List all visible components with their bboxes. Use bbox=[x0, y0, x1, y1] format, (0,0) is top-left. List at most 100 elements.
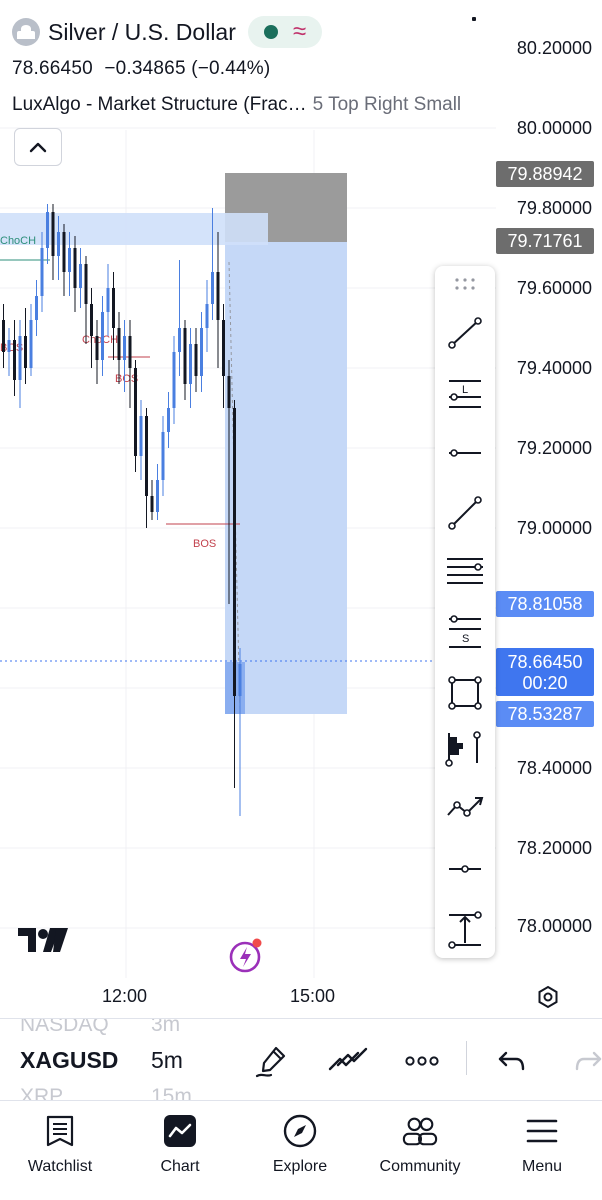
tool-rectangle[interactable] bbox=[435, 670, 495, 716]
prev-interval[interactable]: 3m bbox=[151, 1019, 180, 1037]
nav-watchlist[interactable]: Watchlist bbox=[0, 1101, 120, 1200]
drawing-toolbar: L S bbox=[435, 266, 495, 958]
candle-body bbox=[79, 264, 82, 288]
indicator-params: 5 Top Right Small bbox=[312, 94, 462, 115]
risk-zone bbox=[225, 242, 347, 714]
price-summary: 78.66450 −0.34865 (−0.44%) bbox=[12, 58, 492, 80]
delayed-data-icon: ≈ bbox=[292, 18, 307, 45]
candle-body bbox=[51, 212, 55, 256]
indicator-name: LuxAlgo - Market Structure (Frac… bbox=[12, 94, 307, 115]
candle-body bbox=[101, 312, 104, 360]
nav-community[interactable]: Community bbox=[360, 1101, 480, 1200]
redo-button[interactable] bbox=[570, 1043, 602, 1084]
toolbar-divider bbox=[466, 1041, 467, 1075]
price-axis-label: 79.80000 bbox=[516, 198, 592, 218]
candle-body bbox=[233, 408, 236, 696]
price-axis-label: 78.40000 bbox=[516, 758, 592, 778]
price-chart[interactable]: ChoCHChoCHBOSBOSBOS bbox=[0, 0, 602, 1020]
rectangle-icon bbox=[448, 676, 482, 710]
silver-logo-icon bbox=[12, 18, 40, 46]
symbol-title[interactable]: Silver / U.S. Dollar bbox=[48, 19, 236, 46]
brush-button[interactable] bbox=[254, 1043, 290, 1084]
candle-body bbox=[62, 232, 66, 272]
tool-path[interactable] bbox=[435, 784, 495, 830]
nav-label: Community bbox=[379, 1158, 461, 1175]
candle-body bbox=[139, 416, 143, 456]
tool-short-position[interactable]: S bbox=[435, 610, 495, 656]
tool-price-range[interactable] bbox=[435, 906, 495, 952]
price-axis-label: 79.40000 bbox=[516, 358, 592, 378]
target-top-price-tag: 79.88942 bbox=[496, 161, 594, 187]
candle-body bbox=[150, 496, 154, 512]
community-icon bbox=[402, 1113, 438, 1149]
candle-body bbox=[95, 336, 99, 360]
indicator-legend[interactable]: LuxAlgo - Market Structure (Frac… 5 Top R… bbox=[12, 94, 492, 116]
candle-body bbox=[57, 232, 60, 256]
time-axis-label: 15:00 bbox=[290, 986, 336, 1006]
candle-body bbox=[35, 296, 38, 320]
structure-label: ChoCH bbox=[82, 334, 118, 346]
more-dot-icon[interactable] bbox=[472, 17, 476, 21]
more-horizontal-icon bbox=[405, 1056, 439, 1066]
current-interval[interactable]: 5m bbox=[151, 1047, 183, 1074]
candle-body bbox=[227, 376, 231, 408]
current-symbol[interactable]: XAGUSD bbox=[20, 1047, 118, 1074]
nav-explore[interactable]: Explore bbox=[240, 1101, 360, 1200]
price-axis-label: 79.00000 bbox=[516, 518, 592, 538]
path-icon bbox=[447, 797, 484, 817]
structure-label: ChoCH bbox=[0, 235, 36, 247]
price-axis-label: 78.20000 bbox=[516, 838, 592, 858]
candle-body bbox=[178, 328, 181, 352]
candle-body bbox=[13, 340, 16, 380]
toolbar-drag-handle[interactable] bbox=[435, 266, 495, 302]
tool-parallel-channel[interactable] bbox=[435, 550, 495, 596]
structure-label: BOS bbox=[193, 538, 216, 550]
next-interval[interactable]: 15m bbox=[151, 1085, 192, 1100]
tool-ray[interactable] bbox=[435, 490, 495, 536]
symbol-bar: NASDAQ 3m XAGUSD 5m XRP 15m bbox=[0, 1018, 602, 1100]
candle-body bbox=[194, 344, 198, 376]
bar-countdown: 00:20 bbox=[522, 673, 568, 693]
nav-label: Menu bbox=[521, 1158, 563, 1175]
nav-label: Explore bbox=[272, 1158, 328, 1175]
market-status-pill[interactable]: ≈ bbox=[247, 16, 322, 48]
collapse-legend-button[interactable] bbox=[14, 128, 62, 166]
svg-text:L: L bbox=[462, 384, 468, 396]
tool-long-position[interactable]: L bbox=[435, 370, 495, 416]
drawing-templates-button[interactable] bbox=[328, 1043, 368, 1084]
trend-line-icon bbox=[448, 317, 482, 349]
undo-button[interactable] bbox=[494, 1043, 530, 1084]
chart-settings-icon[interactable] bbox=[536, 985, 560, 1014]
nav-chart[interactable]: Chart bbox=[120, 1101, 240, 1200]
drag-handle-icon bbox=[455, 278, 475, 290]
candle-body bbox=[183, 328, 187, 384]
candle-body bbox=[172, 352, 176, 408]
volume-profile-icon bbox=[445, 731, 481, 767]
candle-body bbox=[134, 368, 137, 456]
compass-icon bbox=[282, 1113, 318, 1149]
tool-horizontal-line[interactable] bbox=[435, 430, 495, 476]
candle-body bbox=[112, 288, 115, 328]
price-axis-label: 79.20000 bbox=[516, 438, 592, 458]
market-open-icon bbox=[263, 25, 278, 39]
candle-body bbox=[29, 320, 33, 368]
candle-body bbox=[73, 248, 77, 288]
resistance-zone bbox=[0, 213, 268, 245]
candle-body bbox=[205, 304, 209, 328]
prev-symbol[interactable]: NASDAQ bbox=[20, 1019, 109, 1037]
stop-price-tag: 78.53287 bbox=[496, 701, 594, 727]
tool-horizontal-ray[interactable] bbox=[435, 846, 495, 892]
long-position-icon: L bbox=[449, 380, 481, 408]
next-symbol[interactable]: XRP bbox=[20, 1085, 63, 1100]
chart-icon bbox=[162, 1113, 198, 1149]
horizontal-ray-icon bbox=[449, 865, 481, 873]
more-options-button[interactable] bbox=[404, 1043, 440, 1084]
flash-icon[interactable] bbox=[228, 938, 264, 974]
tool-trend-line[interactable] bbox=[435, 310, 495, 356]
candle-body bbox=[24, 336, 27, 368]
nav-menu[interactable]: Menu bbox=[482, 1101, 602, 1200]
horizontal-line-icon bbox=[449, 449, 481, 457]
candle-body bbox=[68, 248, 71, 272]
tool-volume-profile[interactable] bbox=[435, 726, 495, 772]
parallel-channel-icon bbox=[447, 558, 483, 584]
